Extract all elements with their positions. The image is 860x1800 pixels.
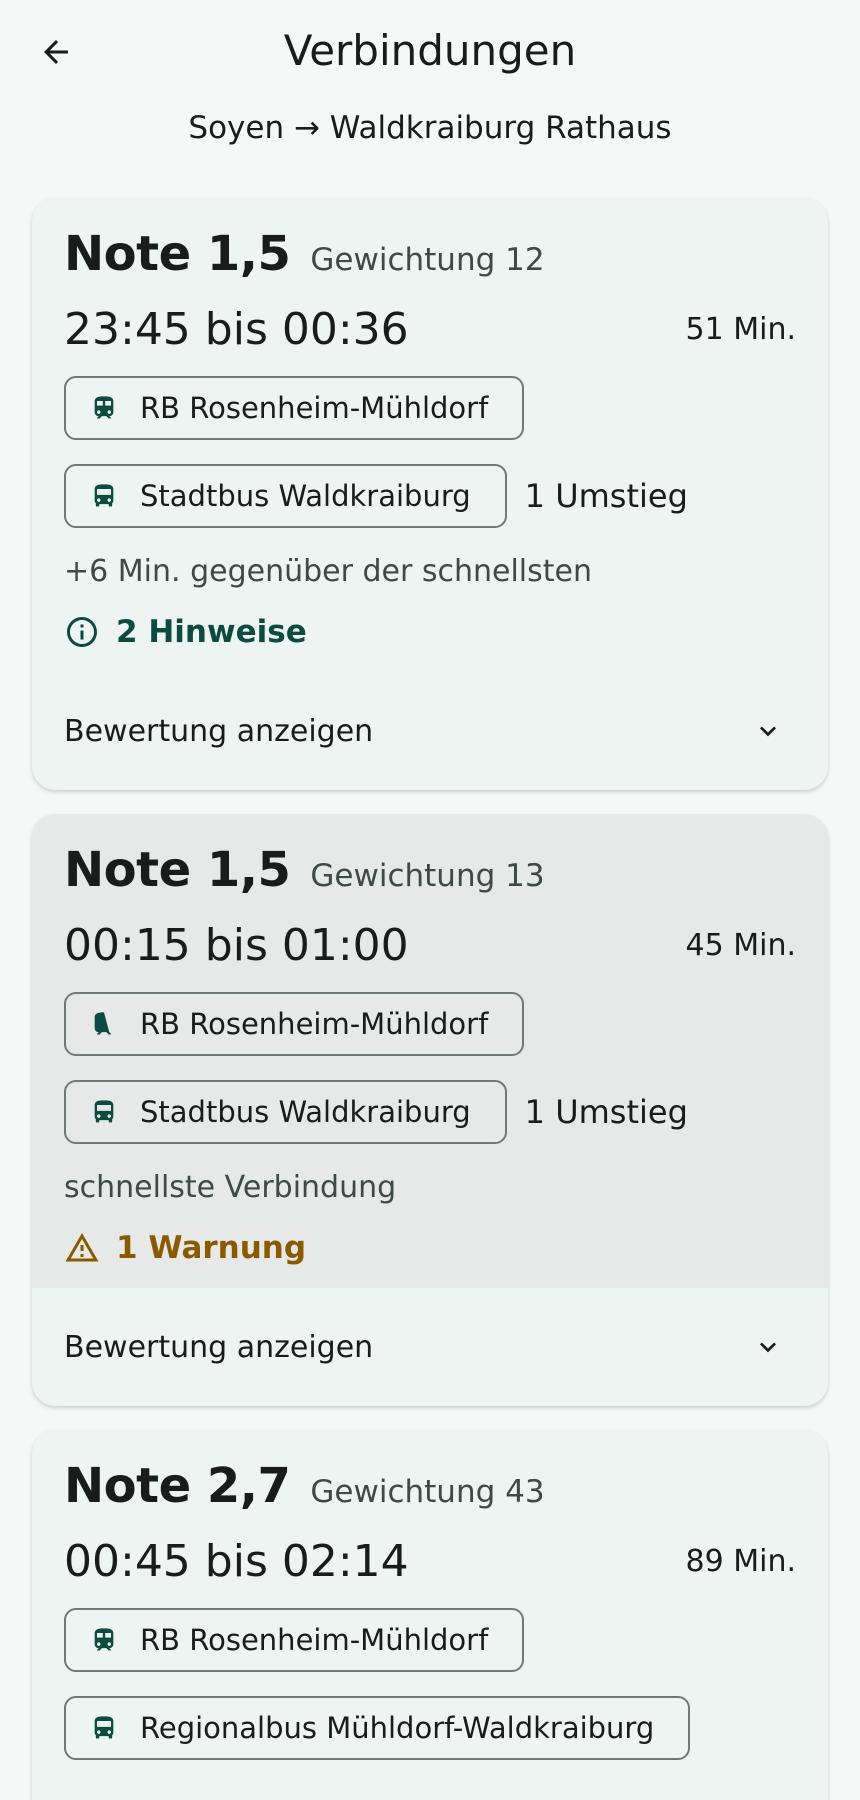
connection-card-body: Note 1,5 Gewichtung 13 00:15 bis 01:00 4…: [32, 814, 828, 1288]
weight-label: Gewichtung 12: [310, 242, 545, 278]
time-range: 00:15 bis 01:00: [64, 919, 409, 971]
show-rating-label: Bewertung anzeigen: [64, 1329, 374, 1365]
weight-label: Gewichtung 13: [310, 858, 545, 894]
duration-label: 45 Min.: [685, 927, 796, 963]
connection-card-body: Note 2,7 Gewichtung 43 00:45 bis 02:14 8…: [32, 1430, 828, 1800]
leg-label: RB Rosenheim-Mühldorf: [140, 1623, 489, 1657]
transfers-label: 1 Umstieg: [524, 477, 688, 515]
app-bar: Verbindungen: [0, 0, 860, 100]
train-icon: [94, 1012, 111, 1035]
leg-chip-train[interactable]: RB Rosenheim-Mühldorf: [64, 376, 525, 440]
leg-label: Regionalbus Mühldorf-Waldkraiburg: [140, 1711, 655, 1745]
transfers-label: 1 Umstieg: [524, 1093, 688, 1131]
connection-card[interactable]: Note 1,5 Gewichtung 13 00:15 bis 01:00 4…: [32, 814, 828, 1406]
comparison-note: +6 Min. gegenüber der schnellsten: [64, 554, 592, 589]
info-icon: [67, 617, 97, 647]
hint-label: 1 Warnung: [116, 1230, 307, 1266]
connection-card-body: Note 1,5 Gewichtung 12 23:45 bis 00:36 5…: [32, 198, 828, 672]
leg-chip-bus[interactable]: Stadtbus Waldkraiburg: [64, 464, 507, 528]
connection-card[interactable]: Note 2,7 Gewichtung 43 00:45 bis 02:14 8…: [32, 1430, 828, 1800]
warning-icon: [65, 1233, 99, 1262]
time-range: 00:45 bis 02:14: [64, 1535, 409, 1587]
time-range: 23:45 bis 00:36: [64, 303, 409, 355]
leg-label: RB Rosenheim-Mühldorf: [140, 1007, 489, 1041]
show-rating-toggle[interactable]: Bewertung anzeigen: [32, 672, 828, 790]
chevron-down-icon: [748, 711, 788, 751]
leg-chip-train[interactable]: RB Rosenheim-Mühldorf: [64, 1608, 525, 1672]
weight-label: Gewichtung 43: [310, 1474, 545, 1510]
route-subtitle: Soyen → Waldkraiburg Rathaus: [188, 110, 672, 146]
duration-label: 51 Min.: [685, 311, 796, 347]
show-rating-label: Bewertung anzeigen: [64, 713, 374, 749]
connection-card[interactable]: Note 1,5 Gewichtung 12 23:45 bis 00:36 5…: [32, 198, 828, 790]
page-title: Verbindungen: [283, 26, 577, 75]
leg-chip-train[interactable]: RB Rosenheim-Mühldorf: [64, 992, 525, 1056]
connection-list: Note 1,5 Gewichtung 12 23:45 bis 00:36 5…: [0, 198, 860, 1800]
grade-label: Note 2,7: [64, 1458, 291, 1514]
chevron-down-icon: [748, 1327, 788, 1367]
train-icon: [94, 396, 114, 419]
leg-label: Stadtbus Waldkraiburg: [140, 1095, 471, 1129]
hint-label: 2 Hinweise: [116, 614, 307, 650]
leg-label: RB Rosenheim-Mühldorf: [140, 391, 489, 425]
show-rating-toggle[interactable]: Bewertung anzeigen: [32, 1288, 828, 1406]
warnings-link[interactable]: 1 Warnung: [64, 1226, 796, 1270]
bus-icon: [94, 1100, 114, 1123]
leg-chip-bus[interactable]: Regionalbus Mühldorf-Waldkraiburg: [64, 1696, 691, 1760]
grade-label: Note 1,5: [64, 226, 291, 282]
train-icon: [94, 1628, 114, 1651]
leg-chip-bus[interactable]: Stadtbus Waldkraiburg: [64, 1080, 507, 1144]
bus-icon: [94, 1716, 114, 1739]
grade-label: Note 1,5: [64, 842, 291, 898]
duration-label: 89 Min.: [685, 1543, 796, 1579]
leg-label: Stadtbus Waldkraiburg: [140, 479, 471, 513]
bus-icon: [94, 484, 114, 507]
comparison-note: schnellste Verbindung: [64, 1170, 397, 1205]
hints-link[interactable]: 2 Hinweise: [64, 610, 796, 654]
